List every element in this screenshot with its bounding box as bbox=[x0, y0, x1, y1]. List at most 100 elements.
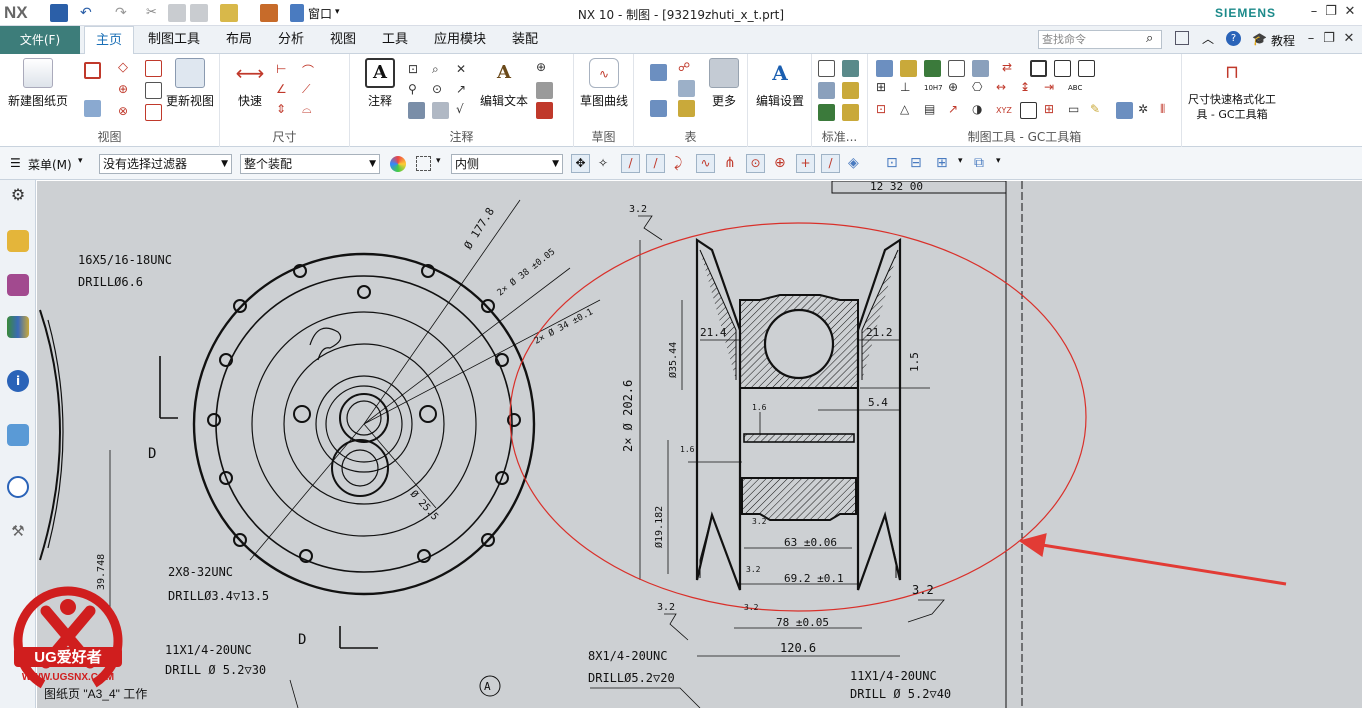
gc-tool-9-icon[interactable] bbox=[1078, 60, 1095, 77]
image-icon[interactable] bbox=[408, 102, 425, 119]
full-screen-icon[interactable] bbox=[1175, 31, 1189, 45]
doc-restore-icon[interactable]: ❐ bbox=[1320, 31, 1338, 49]
layout-icon[interactable]: ⊞ bbox=[936, 155, 948, 171]
gc-tool-7-icon[interactable] bbox=[1030, 60, 1047, 77]
tree-icon[interactable] bbox=[818, 104, 835, 121]
feature-control-icon[interactable]: ⊡ bbox=[408, 62, 425, 79]
update-view-button[interactable]: 更新视图 bbox=[160, 58, 220, 109]
tutorial-icon[interactable]: 🎓 bbox=[1252, 32, 1267, 46]
gc-tool-20-icon[interactable]: △ bbox=[900, 102, 917, 119]
web-browser-icon[interactable] bbox=[7, 424, 29, 446]
fill-color-icon[interactable] bbox=[536, 102, 553, 119]
gc-tool-15-icon[interactable]: ↔ bbox=[996, 80, 1013, 97]
part-navigator-icon[interactable] bbox=[7, 230, 29, 252]
template-icon[interactable] bbox=[818, 82, 835, 99]
arc-length-dim-icon[interactable]: ⌓ bbox=[302, 102, 319, 119]
snap-intersect-icon[interactable]: ⋔ bbox=[724, 155, 736, 171]
gc-tool-29-icon[interactable] bbox=[1116, 102, 1133, 119]
angular-dim-icon[interactable]: ∠ bbox=[276, 82, 293, 99]
snap-line-icon[interactable]: / bbox=[621, 154, 640, 173]
gc-tool-5-icon[interactable] bbox=[972, 60, 989, 77]
snap-control-icon[interactable]: ∿ bbox=[696, 154, 715, 173]
parts-list-icon[interactable]: ☍ bbox=[678, 60, 695, 77]
menu-chevron-icon[interactable]: ▾ bbox=[78, 156, 83, 166]
gc-tool-31-icon[interactable]: ⦀ bbox=[1160, 102, 1177, 119]
note-button[interactable]: A 注释 bbox=[362, 58, 398, 109]
gc-tool-6-icon[interactable]: ⇄ bbox=[1002, 60, 1019, 77]
tab-analysis[interactable]: 分析 bbox=[270, 26, 312, 54]
section-view-icon[interactable]: ⊕ bbox=[118, 82, 135, 99]
gc-tool-25-icon[interactable] bbox=[1020, 102, 1037, 119]
gc-tool-27-icon[interactable]: ▭ bbox=[1068, 102, 1085, 119]
gc-tool-21-icon[interactable]: ▤ bbox=[924, 102, 941, 119]
thickness-dim-icon[interactable]: ⇕ bbox=[276, 102, 293, 119]
balloon-icon[interactable] bbox=[678, 80, 695, 97]
inside-dropdown[interactable]: 内侧 ▼ bbox=[451, 154, 563, 174]
border-icon[interactable] bbox=[818, 60, 835, 77]
help-icon[interactable]: ? bbox=[1226, 31, 1241, 46]
gc-tool-19-icon[interactable]: ⊡ bbox=[876, 102, 893, 119]
gc-tool-2-icon[interactable] bbox=[900, 60, 917, 77]
edit-text-button[interactable]: A 编辑文本 bbox=[476, 58, 532, 109]
snap-center-icon[interactable]: ⊙ bbox=[746, 154, 765, 173]
snap-midpoint-icon[interactable]: / bbox=[646, 154, 665, 173]
tab-tools[interactable]: 工具 bbox=[374, 26, 416, 54]
gc-tool-11-icon[interactable]: ⊥ bbox=[900, 80, 917, 97]
pencil-icon[interactable] bbox=[842, 82, 859, 99]
menu-icon[interactable]: ☰ bbox=[10, 156, 21, 170]
layout-chevron-icon[interactable]: ▾ bbox=[958, 156, 963, 166]
center-mark-icon[interactable]: √ bbox=[456, 102, 473, 119]
snap-face-icon[interactable]: ◈ bbox=[848, 155, 859, 171]
restore-icon[interactable]: ❐ bbox=[1322, 4, 1340, 22]
chevron-up-icon[interactable]: ︿ bbox=[1202, 30, 1214, 47]
minimize-icon[interactable]: – bbox=[1305, 4, 1323, 22]
wand-icon[interactable] bbox=[842, 104, 859, 121]
gc-tool-18-icon[interactable]: ABC bbox=[1068, 80, 1085, 97]
area-fill-icon[interactable] bbox=[432, 102, 449, 119]
new-sheet-button[interactable]: 新建图纸页 bbox=[6, 58, 70, 109]
gc-tool-17-icon[interactable]: ⇥ bbox=[1044, 80, 1061, 97]
gc-tool-14-icon[interactable]: ⎔ bbox=[972, 80, 989, 97]
selection-filter-dropdown[interactable]: 没有选择过滤器 ▼ bbox=[99, 154, 232, 174]
bend-table-icon[interactable] bbox=[678, 100, 695, 117]
snap-curve-icon[interactable]: ⤸ bbox=[674, 155, 682, 171]
gc-tool-12-icon[interactable]: 10H7 bbox=[924, 80, 943, 97]
break-out-icon[interactable]: ⊗ bbox=[118, 104, 135, 121]
select-mode-chevron-icon[interactable]: ▾ bbox=[436, 156, 441, 166]
snap-endpoint-icon[interactable]: ✧ bbox=[598, 156, 608, 170]
sketch-curve-button[interactable]: ∿ 草图曲线 bbox=[578, 58, 630, 109]
info-icon[interactable]: i bbox=[7, 370, 29, 392]
view-creation-icon[interactable] bbox=[84, 100, 101, 117]
snap-point-icon[interactable]: + bbox=[796, 154, 815, 173]
reuse-library-icon[interactable] bbox=[7, 316, 29, 338]
target-point-icon[interactable]: ↗ bbox=[456, 82, 473, 99]
hatch-icon[interactable] bbox=[536, 82, 553, 99]
gc-tool-16-icon[interactable]: ↨ bbox=[1020, 80, 1037, 97]
gc-tool-3-icon[interactable] bbox=[924, 60, 941, 77]
snap-on-curve-icon[interactable]: / bbox=[821, 154, 840, 173]
weld-icon[interactable]: ⊙ bbox=[432, 82, 449, 99]
view-zoom-icon[interactable]: ⊟ bbox=[910, 155, 922, 171]
gc-tool-30-icon[interactable]: ✲ bbox=[1138, 102, 1155, 119]
assembly-navigator-icon[interactable] bbox=[7, 274, 29, 296]
layers-icon[interactable] bbox=[842, 60, 859, 77]
tab-assembly[interactable]: 装配 bbox=[504, 26, 546, 54]
gc-tool-4-icon[interactable] bbox=[948, 60, 965, 77]
gc-tool-8-icon[interactable] bbox=[1054, 60, 1071, 77]
drawing-canvas[interactable]: 16X5/16-18UNC DRILLØ6.6 2X8-32UNC DRILLØ… bbox=[37, 181, 1362, 708]
dim-format-tool-button[interactable]: ⊓ 尺寸快速格式化工具 - GC工具箱 bbox=[1184, 58, 1280, 122]
gc-tool-23-icon[interactable]: ◑ bbox=[972, 102, 989, 119]
edit-settings-button[interactable]: A 编辑设置 bbox=[752, 58, 808, 109]
hole-table-icon[interactable] bbox=[650, 100, 667, 117]
base-view-icon[interactable] bbox=[84, 62, 101, 79]
gc-tool-24-icon[interactable]: XYZ bbox=[996, 102, 1013, 119]
tab-drafting-tools[interactable]: 制图工具 bbox=[140, 26, 208, 54]
crosshatch-icon[interactable]: ✕ bbox=[456, 62, 473, 79]
chamfer-dim-icon[interactable]: ⟋ bbox=[302, 82, 319, 99]
history-icon[interactable] bbox=[7, 476, 29, 498]
menu-button[interactable]: 菜单(M) bbox=[28, 156, 72, 173]
gc-tool-10-icon[interactable]: ⊞ bbox=[876, 80, 893, 97]
display-chevron-icon[interactable]: ▾ bbox=[996, 156, 1001, 166]
file-menu[interactable]: 文件(F) bbox=[0, 26, 80, 54]
surface-finish-icon[interactable]: ⚲ bbox=[408, 82, 425, 99]
